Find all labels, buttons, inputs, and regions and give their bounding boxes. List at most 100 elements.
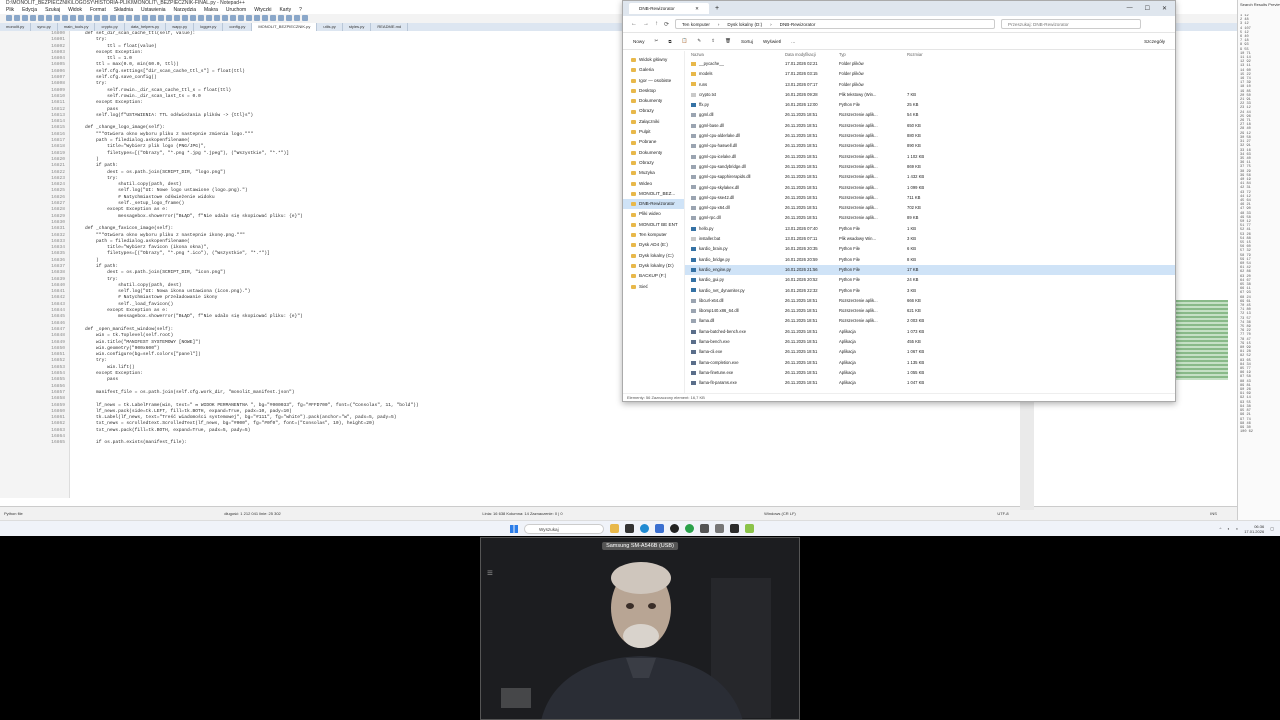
nav-item[interactable]: Obrazy xyxy=(623,106,684,116)
file-explorer-icon[interactable] xyxy=(610,524,619,533)
file-row[interactable]: models 17.01.2026 03:15 Folder plików xyxy=(685,69,1175,79)
column-date[interactable]: Data modyfikacji xyxy=(785,51,839,59)
file-row[interactable]: installer.bat 13.01.2026 07:11 Plik wsadow… xyxy=(685,234,1175,244)
file-row[interactable]: llama-cli.exe 26.11.2025 18:51 Aplikacja 1 … xyxy=(685,347,1175,357)
file-row[interactable]: ggml-cpu-alderlake.dll 26.11.2025 18:51 Ro… xyxy=(685,131,1175,141)
file-row[interactable]: ggml-base.dll 26.11.2025 18:51 Rozszerzeni… xyxy=(685,121,1175,131)
editor-tab[interactable]: main_tools.py xyxy=(58,23,96,31)
nav-item[interactable]: Ten komputer xyxy=(623,230,684,240)
menu-item[interactable]: Ustawienia xyxy=(141,7,165,14)
new-button[interactable]: Nowy xyxy=(633,39,645,44)
nav-item[interactable]: BACKUP (F:) xyxy=(623,271,684,281)
toolbar-button-icon[interactable] xyxy=(14,15,20,21)
toolbar-button-icon[interactable] xyxy=(70,15,76,21)
file-row[interactable]: ggml-cpu-skylakex.dll 26.11.2025 18:51 Roz… xyxy=(685,183,1175,193)
toolbar-button-icon[interactable] xyxy=(158,15,164,21)
hamburger-menu-icon[interactable]: ≡ xyxy=(487,568,493,579)
copy-icon[interactable]: ⧉ xyxy=(668,39,671,44)
toolbar-button-icon[interactable] xyxy=(62,15,68,21)
share-icon[interactable]: ⇪ xyxy=(711,38,715,44)
column-size[interactable]: Rozmiar xyxy=(907,51,952,59)
toolbar-button-icon[interactable] xyxy=(102,15,108,21)
file-row[interactable]: ggml-cpu-sandybridge.dll 26.11.2025 18:51… xyxy=(685,162,1175,172)
menu-item[interactable]: Wtyczki xyxy=(254,7,271,14)
toolbar-button-icon[interactable] xyxy=(142,15,148,21)
nav-item[interactable]: Pobrane xyxy=(623,137,684,147)
toolbar-button-icon[interactable] xyxy=(198,15,204,21)
toolbar-button-icon[interactable] xyxy=(86,15,92,21)
file-row[interactable]: __pycache__ 17.01.2026 02:21 Folder plików xyxy=(685,59,1175,69)
nav-item[interactable]: Desktop xyxy=(623,86,684,96)
more-icon[interactable]: … xyxy=(791,39,796,44)
edge-icon[interactable] xyxy=(640,524,649,533)
explorer-tab[interactable]: DNB-Rewizorator ✕ xyxy=(629,3,709,14)
editor-tab[interactable]: styles.py xyxy=(343,23,372,31)
column-name[interactable]: Nazwa xyxy=(691,51,785,59)
toolbar-button-icon[interactable] xyxy=(54,15,60,21)
view-button[interactable]: Wyświetl xyxy=(763,39,781,44)
settings-icon[interactable] xyxy=(715,524,724,533)
toolbar-button-icon[interactable] xyxy=(110,15,116,21)
details-button[interactable]: Szczegóły xyxy=(1144,39,1165,44)
terminal-icon[interactable] xyxy=(625,524,634,533)
refresh-icon[interactable]: ⟳ xyxy=(664,21,669,28)
nav-item[interactable]: Dysk lokalny (D:) xyxy=(623,261,684,271)
close-window-icon[interactable]: ✕ xyxy=(1162,5,1167,12)
file-row[interactable]: libcurl-x64.dll 26.11.2025 18:51 Rozszerze… xyxy=(685,296,1175,306)
nav-item[interactable]: Pliki wideo xyxy=(623,209,684,219)
menu-item[interactable]: Szukaj xyxy=(45,7,60,14)
cut-icon[interactable]: ✂ xyxy=(655,38,659,44)
file-row[interactable]: ggml-cpu-haswell.dll 26.11.2025 18:51 Rozs… xyxy=(685,141,1175,151)
nav-item[interactable]: Muzyka xyxy=(623,168,684,178)
menu-item[interactable]: Format xyxy=(90,7,106,14)
file-row[interactable]: llama-finetune.exe 26.11.2025 18:51 Aplika… xyxy=(685,368,1175,378)
toolbar-button-icon[interactable] xyxy=(206,15,212,21)
menu-item[interactable]: Składnia xyxy=(114,7,133,14)
breadcrumb-item[interactable]: DNB-Rewizorator xyxy=(780,22,816,27)
file-row[interactable]: kardio_net_dynamiter.py 16.01.2026 22:32 P… xyxy=(685,286,1175,296)
notepadpp-icon[interactable] xyxy=(745,524,754,533)
paste-icon[interactable]: 📋 xyxy=(682,38,688,44)
explorer-search-input[interactable]: Przeszukaj: DNB-Rewizorator xyxy=(1001,19,1142,29)
toolbar-button-icon[interactable] xyxy=(270,15,276,21)
toolbar-button-icon[interactable] xyxy=(230,15,236,21)
file-row[interactable]: ggml-cpu-sapphirerapids.dll 26.11.2025 18… xyxy=(685,172,1175,182)
file-row[interactable]: llama-bench.exe 26.11.2025 18:51 Aplikacja… xyxy=(685,337,1175,347)
nav-item[interactable]: Wideo xyxy=(623,179,684,189)
nav-item[interactable]: Pulpit xyxy=(623,127,684,137)
file-row[interactable]: kardio_brain.py 16.01.2026 20:35 Python Fi… xyxy=(685,244,1175,254)
toolbar-button-icon[interactable] xyxy=(22,15,28,21)
start-icon[interactable] xyxy=(510,524,518,533)
toolbar-button-icon[interactable] xyxy=(38,15,44,21)
toolbar-button-icon[interactable] xyxy=(78,15,84,21)
toolbar-button-icon[interactable] xyxy=(182,15,188,21)
store-icon[interactable] xyxy=(655,524,664,533)
breadcrumb-item[interactable]: Dysk lokalny (D:) xyxy=(727,22,762,27)
maximize-icon[interactable]: ☐ xyxy=(1145,5,1150,12)
toolbar-button-icon[interactable] xyxy=(134,15,140,21)
calculator-icon[interactable] xyxy=(700,524,709,533)
toolbar-button-icon[interactable] xyxy=(278,15,284,21)
toolbar-button-icon[interactable] xyxy=(190,15,196,21)
vscode-icon[interactable] xyxy=(730,524,739,533)
menu-item[interactable]: Narzędzia xyxy=(174,7,197,14)
close-tab-icon[interactable]: ✕ xyxy=(695,3,699,14)
nav-item[interactable]: Dokumenty xyxy=(623,96,684,106)
file-row[interactable]: ggml-cpu-sse42.dll 26.11.2025 18:51 Rozsze… xyxy=(685,193,1175,203)
tray-arrow-icon[interactable]: ^ xyxy=(1219,526,1221,531)
file-row[interactable]: runs 13.01.2026 07:17 Folder plików xyxy=(685,80,1175,90)
toolbar-button-icon[interactable] xyxy=(246,15,252,21)
breadcrumb-item[interactable]: Ten komputer xyxy=(682,22,710,27)
toolbar-button-icon[interactable] xyxy=(238,15,244,21)
editor-tab[interactable]: data_helpers.py xyxy=(125,23,167,31)
editor-tab[interactable]: config.py xyxy=(223,23,253,31)
sort-button[interactable]: Sortuj xyxy=(741,39,753,44)
nav-item[interactable]: Galeria xyxy=(623,65,684,75)
menu-item[interactable]: Plik xyxy=(6,7,14,14)
nav-item[interactable]: Igor — osobiste xyxy=(623,76,684,86)
editor-tab[interactable]: sync.py xyxy=(31,23,58,31)
side-panel-line[interactable]: 100 62 xyxy=(1240,430,1278,434)
nav-item[interactable]: Załączniki xyxy=(623,117,684,127)
nav-item[interactable]: Sieć xyxy=(623,282,684,292)
file-row[interactable]: libomp140.x86_64.dll 26.11.2025 18:51 Rozs… xyxy=(685,306,1175,316)
